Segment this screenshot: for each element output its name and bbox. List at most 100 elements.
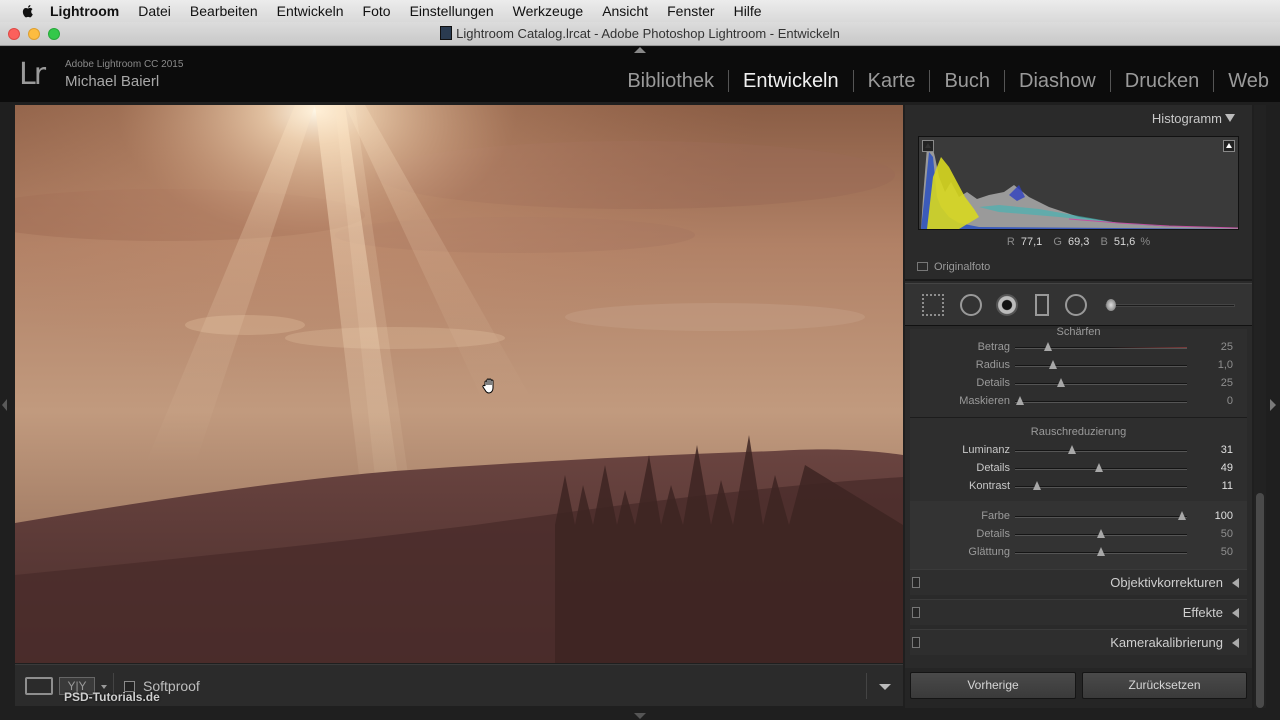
loupe-view-button[interactable] — [25, 677, 53, 695]
panel-objektivkorrekturen[interactable]: Objektivkorrekturen — [910, 569, 1247, 595]
crop-tool-icon[interactable] — [922, 294, 944, 316]
slider-kontrast[interactable]: Kontrast 11 — [910, 478, 1247, 496]
slider-track[interactable] — [1015, 516, 1187, 518]
module-diashow[interactable]: Diashow — [1004, 70, 1110, 92]
tool-strip — [905, 283, 1252, 326]
slider-value[interactable]: 49 — [1203, 462, 1233, 474]
toolbar-menu-chevron-icon[interactable] — [879, 684, 891, 690]
red-eye-tool-icon[interactable] — [996, 294, 1018, 316]
slider-maskieren[interactable]: Maskieren 0 — [910, 393, 1247, 411]
original-photo-toggle[interactable]: Originalfoto — [917, 261, 990, 273]
slider-knob[interactable] — [1177, 511, 1186, 520]
collapse-triangle-icon[interactable] — [1225, 114, 1235, 122]
expand-left-panel-icon[interactable] — [2, 399, 7, 411]
slider-track[interactable] — [1015, 365, 1187, 367]
slider-knob[interactable] — [1048, 360, 1057, 369]
panel-effekte[interactable]: Effekte — [910, 599, 1247, 625]
expand-triangle-icon[interactable] — [1232, 578, 1239, 588]
chevron-down-icon[interactable] — [101, 685, 107, 689]
menu-werkzeuge[interactable]: Werkzeuge — [513, 3, 584, 19]
reset-button[interactable]: Zurücksetzen — [1082, 672, 1247, 699]
spot-removal-tool-icon[interactable] — [960, 294, 982, 316]
slider-knob[interactable] — [1097, 547, 1105, 556]
slider-track[interactable] — [1015, 450, 1187, 452]
module-bibliothek[interactable]: Bibliothek — [613, 70, 728, 92]
adjustment-brush-slider[interactable] — [1105, 304, 1235, 307]
module-karte[interactable]: Karte — [852, 70, 930, 92]
expand-triangle-icon[interactable] — [1232, 638, 1239, 648]
slider-value[interactable]: 50 — [1203, 546, 1233, 558]
menu-foto[interactable]: Foto — [363, 3, 391, 19]
panel-toggle-switch[interactable] — [912, 607, 920, 618]
slider-value[interactable]: 50 — [1203, 528, 1233, 540]
slider-track[interactable] — [1015, 347, 1187, 349]
right-panel-scrollbar[interactable] — [1254, 105, 1266, 708]
histogram[interactable] — [918, 136, 1239, 230]
module-web[interactable]: Web — [1213, 70, 1269, 92]
slider-value[interactable]: 11 — [1203, 480, 1233, 492]
apple-icon[interactable] — [20, 3, 36, 19]
slider-label: Betrag — [977, 341, 1010, 353]
graduated-filter-tool-icon[interactable] — [1035, 294, 1049, 316]
expand-filmstrip-icon[interactable] — [634, 713, 646, 719]
menu-einstellungen[interactable]: Einstellungen — [410, 3, 494, 19]
slider-knob[interactable] — [1043, 342, 1052, 351]
menu-entwickeln[interactable]: Entwickeln — [277, 3, 344, 19]
original-photo-checkbox[interactable] — [917, 262, 928, 271]
slider-details[interactable]: Details 25 — [910, 375, 1247, 393]
slider-farbe-details[interactable]: Details 50 — [910, 526, 1247, 544]
slider-glaettung[interactable]: Glättung 50 — [910, 544, 1247, 562]
module-entwickeln[interactable]: Entwickeln — [728, 70, 853, 92]
histogram-header[interactable]: Histogramm — [905, 105, 1252, 132]
photo-preview[interactable] — [15, 105, 903, 663]
menu-hilfe[interactable]: Hilfe — [734, 3, 762, 19]
menu-ansicht[interactable]: Ansicht — [602, 3, 648, 19]
shadow-clipping-toggle[interactable] — [922, 140, 934, 152]
slider-farbe[interactable]: Farbe 100 — [910, 508, 1247, 526]
highlight-clipping-toggle[interactable] — [1223, 140, 1235, 152]
r-value: 77,1 — [1020, 236, 1043, 248]
slider-knob[interactable] — [1097, 529, 1105, 538]
slider-knob[interactable] — [1067, 445, 1076, 454]
slider-radius[interactable]: Radius 1,0 — [910, 357, 1247, 375]
catalog-file-icon — [440, 26, 453, 40]
detail-panel: Schärfen Betrag 25 Radius 1,0 Details 25… — [910, 326, 1247, 569]
radial-filter-tool-icon[interactable] — [1065, 294, 1087, 316]
slider-value[interactable]: 25 — [1203, 377, 1233, 389]
expand-triangle-icon[interactable] — [1232, 608, 1239, 618]
panel-toggle-switch[interactable] — [912, 637, 920, 648]
menu-app[interactable]: Lightroom — [50, 3, 119, 19]
slider-value[interactable]: 1,0 — [1203, 359, 1233, 371]
slider-knob[interactable] — [1095, 463, 1104, 472]
slider-knob[interactable] — [1016, 396, 1025, 405]
identity-plate: Lr Adobe Lightroom CC 2015 Michael Baier… — [0, 47, 1280, 102]
slider-knob[interactable] — [1033, 481, 1042, 490]
collapse-top-panel-icon[interactable] — [634, 47, 646, 53]
slider-label: Details — [976, 377, 1010, 389]
slider-knob[interactable] — [1057, 378, 1066, 387]
panel-toggle-switch[interactable] — [912, 577, 920, 588]
b-label: B — [1100, 236, 1108, 248]
slider-track[interactable] — [1015, 401, 1187, 403]
slider-track[interactable] — [1015, 383, 1187, 385]
slider-luminanz-details[interactable]: Details 49 — [910, 460, 1247, 478]
slider-value[interactable]: 0 — [1203, 395, 1233, 407]
menu-bearbeiten[interactable]: Bearbeiten — [190, 3, 258, 19]
slider-value[interactable]: 31 — [1203, 444, 1233, 456]
previous-button[interactable]: Vorherige — [910, 672, 1076, 699]
menu-datei[interactable]: Datei — [138, 3, 171, 19]
slider-value[interactable]: 100 — [1203, 510, 1233, 522]
collapse-right-panel-icon[interactable] — [1270, 399, 1276, 411]
slider-luminanz[interactable]: Luminanz 31 — [910, 442, 1247, 460]
percent-unit: % — [1140, 236, 1151, 248]
scrollbar-thumb[interactable] — [1256, 493, 1264, 708]
module-buch[interactable]: Buch — [929, 70, 1004, 92]
module-drucken[interactable]: Drucken — [1109, 70, 1213, 92]
slider-value[interactable]: 25 — [1203, 341, 1233, 353]
histogram-title: Histogramm — [1151, 111, 1222, 126]
panel-title: Objektivkorrekturen — [1110, 575, 1223, 590]
panel-kamerakalibrierung[interactable]: Kamerakalibrierung — [910, 629, 1247, 655]
slider-betrag[interactable]: Betrag 25 — [910, 339, 1247, 357]
adjustment-brush-knob[interactable] — [1106, 299, 1116, 311]
menu-fenster[interactable]: Fenster — [667, 3, 714, 19]
